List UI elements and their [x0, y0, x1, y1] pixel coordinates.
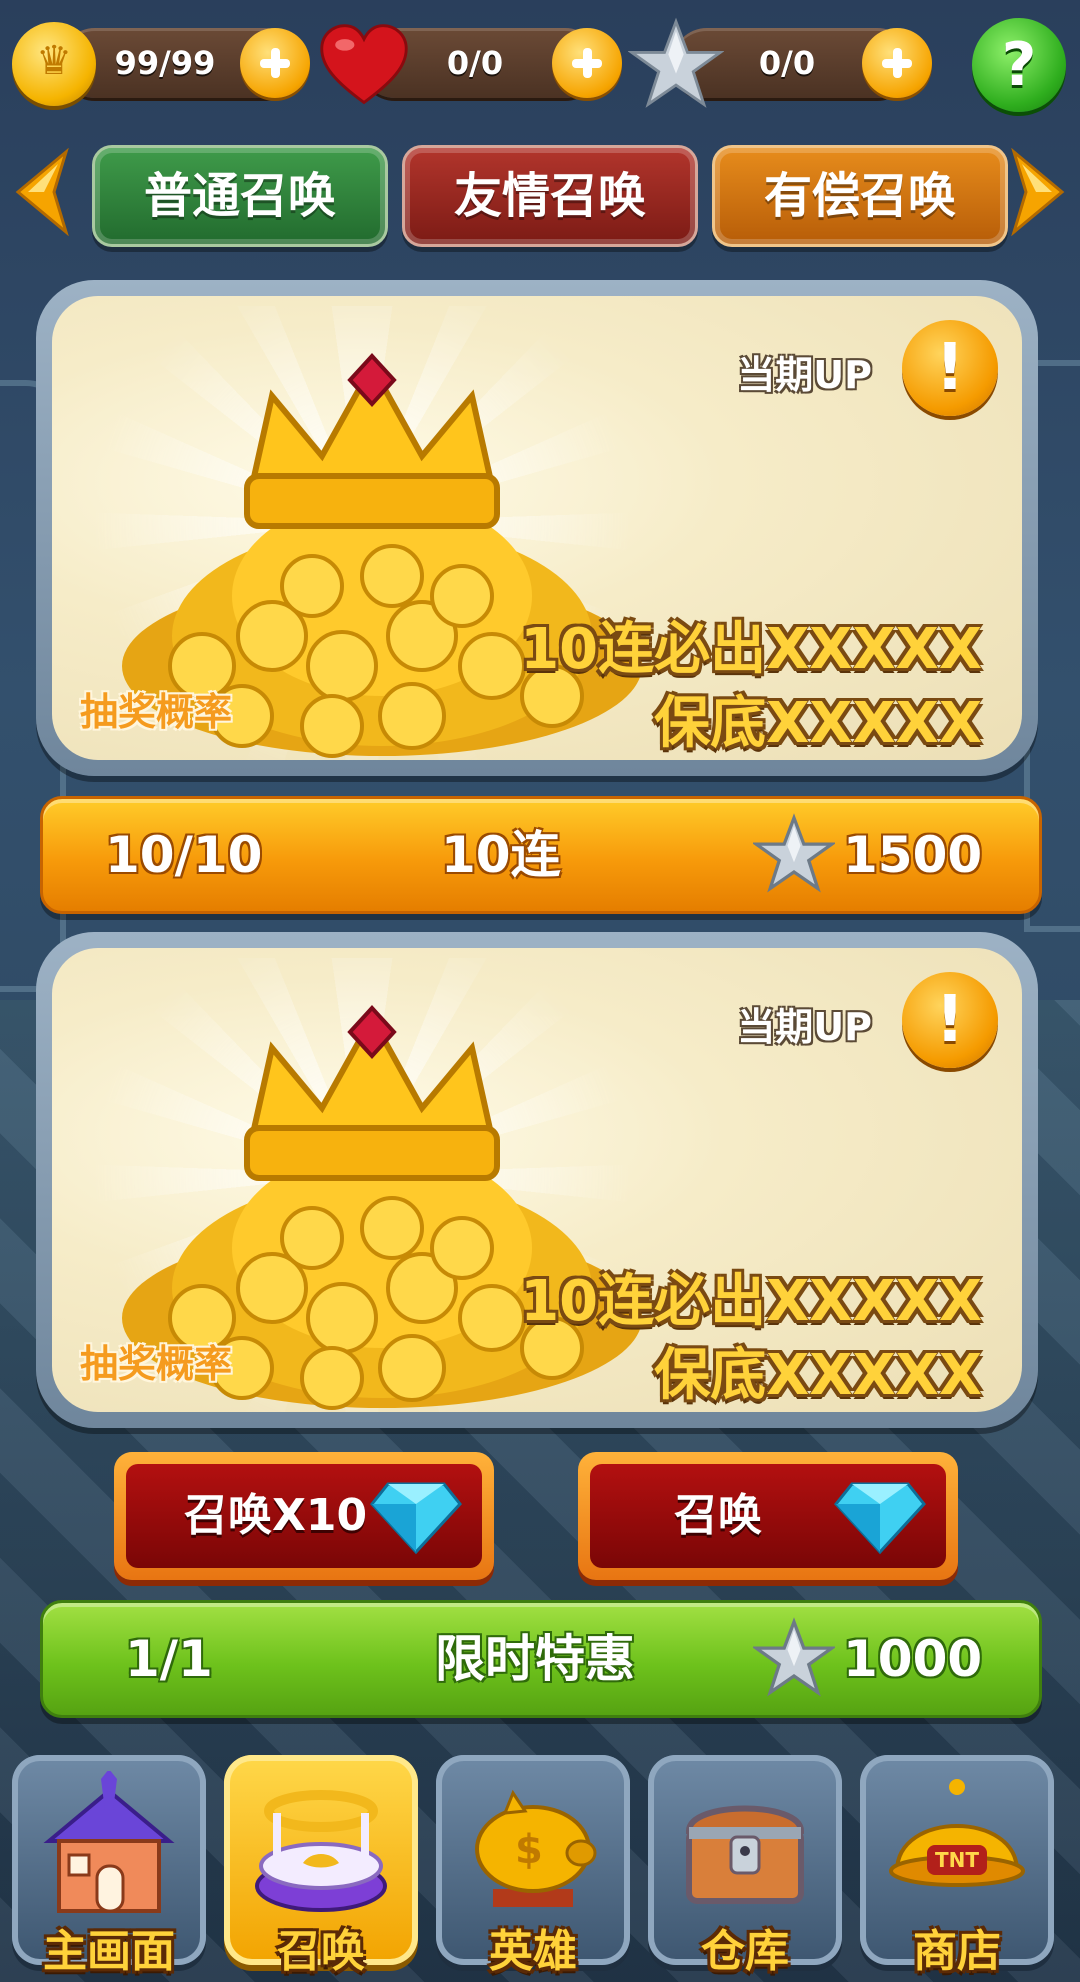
summon-altar-icon — [255, 1790, 387, 1912]
help-button[interactable]: ? — [972, 18, 1066, 112]
silver-star-icon — [753, 813, 835, 893]
nav-home[interactable]: 主画面 — [12, 1755, 206, 1977]
nav-shop-label: 商店 — [913, 1926, 1001, 1977]
summon-x10-button[interactable]: 召唤X10 — [114, 1452, 494, 1580]
current-up-label: 当期UP — [737, 353, 872, 397]
summon-banner[interactable]: 当期UP ! 10连必出XXXXX 保底XXXXX 抽奖概率 — [36, 932, 1038, 1428]
current-up-label: 当期UP — [737, 1005, 872, 1049]
nav-summon[interactable]: 召唤 — [224, 1755, 418, 1977]
ten-pull-button[interactable]: 10/10 10连 1500 — [40, 796, 1042, 914]
tab-prev-arrow-icon[interactable] — [14, 148, 70, 236]
nav-storage[interactable]: 仓库 — [648, 1755, 842, 1977]
summon-single-face: 召唤 — [590, 1464, 946, 1568]
add-crowns-button[interactable] — [240, 28, 310, 98]
offer-count: 1/1 — [125, 1630, 213, 1688]
tab-normal-summon[interactable]: 普通召唤 — [92, 145, 388, 247]
crown-coin-icon: ♛ — [12, 22, 96, 106]
pity-text: 保底XXXXX — [654, 691, 982, 756]
svg-text:$: $ — [515, 1827, 543, 1873]
tab-friend-summon[interactable]: 友情召唤 — [402, 145, 698, 247]
summon-x10-label: 召唤X10 — [184, 1490, 368, 1541]
banner-info-button[interactable]: ! — [902, 972, 998, 1068]
ten-pull-count: 10/10 — [105, 826, 263, 884]
guarantee-text: 10连必出XXXXX — [520, 1269, 982, 1334]
hearts-counter-value: 0/0 — [446, 44, 504, 82]
banner-panel: 当期UP ! 10连必出XXXXX 保底XXXXX 抽奖概率 — [52, 296, 1022, 760]
silver-star-icon — [628, 17, 724, 108]
diamond-icon — [834, 1482, 926, 1555]
banner-panel: 当期UP ! 10连必出XXXXX 保底XXXXX 抽奖概率 — [52, 948, 1022, 1412]
ten-pull-label: 10连 — [441, 826, 561, 884]
add-hearts-button[interactable] — [552, 28, 622, 98]
silver-star-icon — [753, 1617, 835, 1697]
offer-label: 限时特惠 — [435, 1630, 635, 1688]
diamond-icon — [370, 1482, 462, 1555]
add-stars-button[interactable] — [862, 28, 932, 98]
nav-heroes-label: 英雄 — [489, 1926, 577, 1977]
crown-counter-value: 99/99 — [114, 44, 216, 82]
nav-summon-label: 召唤 — [277, 1926, 365, 1977]
draw-odds-link[interactable]: 抽奖概率 — [80, 1333, 232, 1388]
tab-paid-summon[interactable]: 有偿召唤 — [712, 145, 1008, 247]
offer-price: 1000 — [843, 1630, 983, 1688]
draw-odds-link[interactable]: 抽奖概率 — [80, 681, 232, 736]
summon-x10-face: 召唤X10 — [126, 1464, 482, 1568]
nav-home-label: 主画面 — [43, 1926, 175, 1977]
pity-text: 保底XXXXX — [654, 1343, 982, 1408]
nav-storage-label: 仓库 — [701, 1926, 789, 1977]
banner-info-button[interactable]: ! — [902, 320, 998, 416]
guarantee-text: 10连必出XXXXX — [520, 617, 982, 682]
treasure-chest-icon — [685, 1805, 805, 1904]
nav-shop[interactable]: TNT 商店 — [860, 1755, 1054, 1977]
tab-next-arrow-icon[interactable] — [1010, 148, 1066, 236]
summon-single-label: 召唤 — [674, 1490, 762, 1541]
house-icon — [43, 1771, 175, 1913]
nav-heroes[interactable]: $ 英雄 — [436, 1755, 630, 1977]
heart-icon — [320, 24, 408, 105]
ten-pull-price: 1500 — [843, 826, 983, 884]
limited-offer-button[interactable]: 1/1 限时特惠 1000 — [40, 1600, 1042, 1718]
piggy-bank-icon: $ — [475, 1789, 597, 1907]
summon-single-button[interactable]: 召唤 — [578, 1452, 958, 1580]
shop-bell-icon: TNT — [889, 1779, 1025, 1887]
svg-text:TNT: TNT — [935, 1848, 979, 1872]
summon-banner[interactable]: 当期UP ! 10连必出XXXXX 保底XXXXX 抽奖概率 — [36, 280, 1038, 776]
stars-counter-value: 0/0 — [758, 44, 816, 82]
